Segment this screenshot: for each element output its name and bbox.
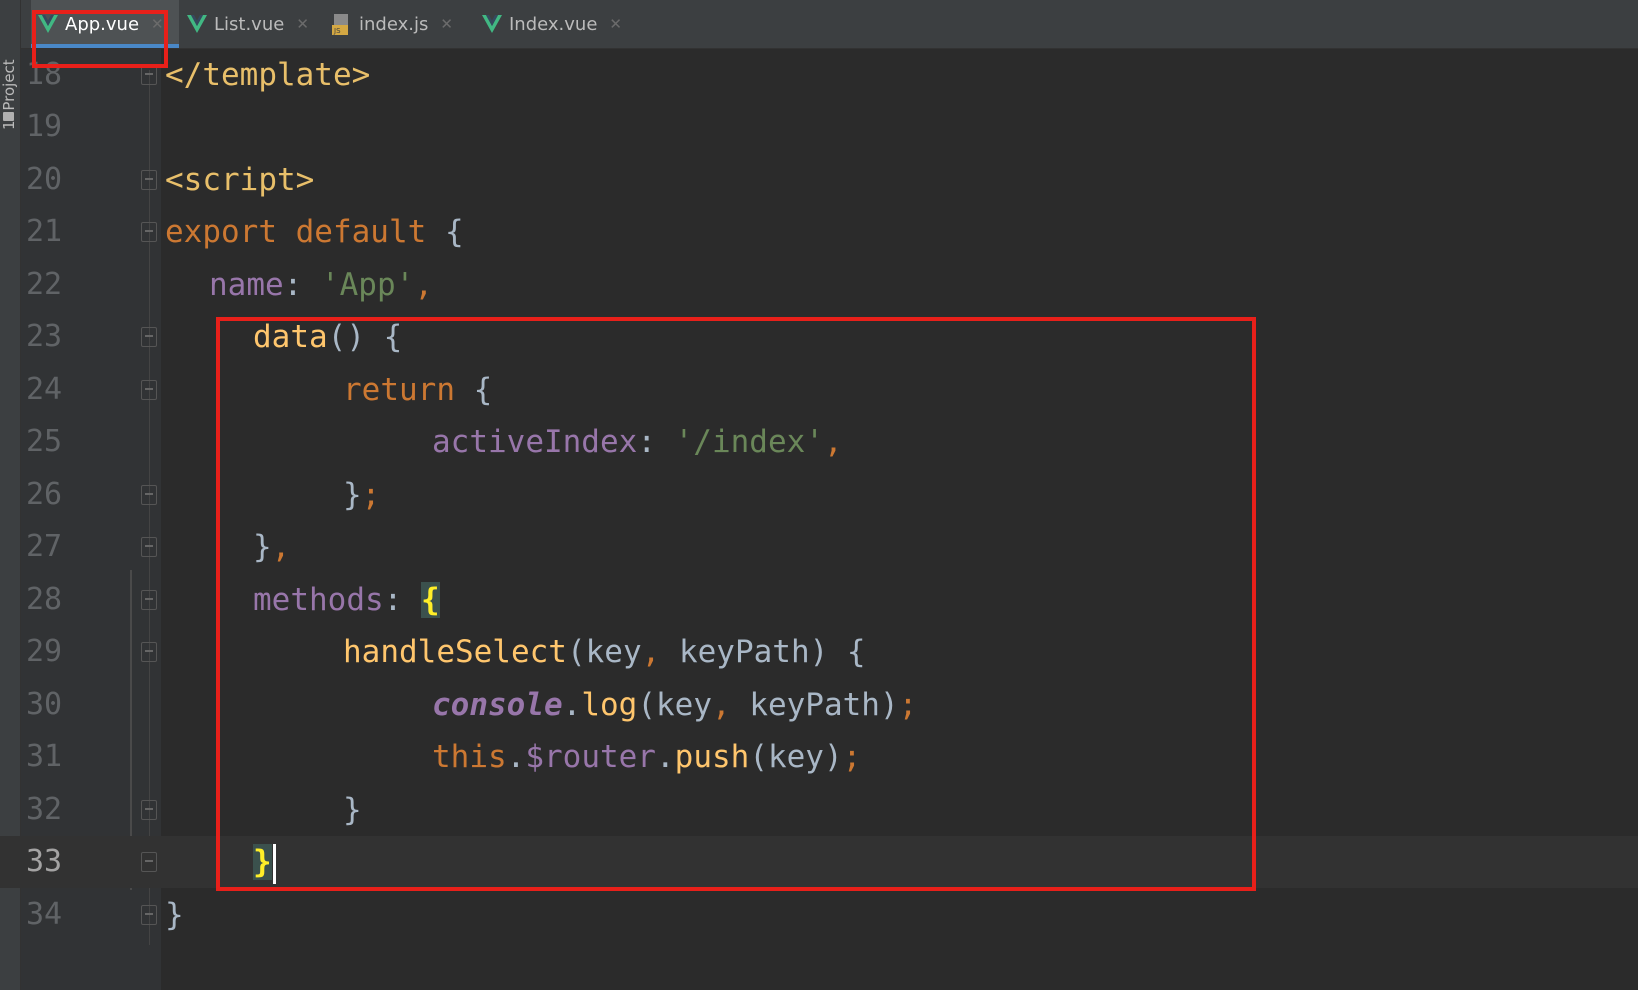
vue-icon	[186, 13, 208, 35]
line-number: 20	[26, 162, 63, 197]
close-icon[interactable]: ✕	[609, 15, 622, 33]
code-token: ,	[414, 267, 433, 303]
code-text: export default {	[165, 206, 464, 258]
code-text: }	[165, 889, 184, 941]
code-line[interactable]: 22 name: 'App',	[0, 259, 1638, 311]
line-number: 31	[26, 739, 63, 774]
line-number: 25	[26, 424, 63, 459]
line-number: 33	[26, 844, 63, 879]
fold-marker-icon[interactable]	[141, 852, 157, 872]
line-number: 22	[26, 267, 63, 302]
js-file-icon: JS	[331, 13, 353, 35]
fold-marker-icon[interactable]	[141, 380, 157, 400]
line-number: 26	[26, 477, 63, 512]
tab-list-vue[interactable]: List.vue ✕	[186, 0, 326, 48]
code-highlight-box	[216, 317, 1256, 891]
line-number: 24	[26, 372, 63, 407]
line-number: 32	[26, 792, 63, 827]
code-text: name: 'App',	[209, 259, 433, 311]
line-number: 34	[26, 897, 63, 932]
code-line[interactable]: 20 <script>	[0, 154, 1638, 206]
code-line[interactable]: 21 export default {	[0, 206, 1638, 258]
close-icon[interactable]: ✕	[296, 15, 309, 33]
tab-index-vue[interactable]: Index.vue ✕	[481, 0, 631, 48]
fold-marker-icon[interactable]	[141, 222, 157, 242]
line-number: 30	[26, 687, 63, 722]
tab-index-js[interactable]: JS index.js ✕	[331, 0, 471, 48]
code-token: :	[283, 267, 321, 303]
fold-marker-icon[interactable]	[141, 590, 157, 610]
code-token: export default	[165, 214, 427, 250]
code-token: <script>	[165, 162, 315, 198]
tab-label: List.vue	[214, 13, 285, 35]
tab-label: Index.vue	[509, 13, 598, 35]
svg-text:JS: JS	[333, 27, 341, 35]
close-icon[interactable]: ✕	[440, 15, 453, 33]
fold-marker-icon[interactable]	[141, 65, 157, 85]
editor-tab-bar: App.vue ✕ List.vue ✕ JS index.js ✕ Index…	[21, 0, 1638, 49]
tab-highlight-box	[32, 10, 168, 68]
line-number: 28	[26, 582, 63, 617]
fold-marker-icon[interactable]	[141, 485, 157, 505]
code-token: {	[426, 214, 464, 250]
code-token: 'App'	[320, 267, 415, 303]
code-line[interactable]: 18 </template>	[0, 49, 1638, 101]
fold-marker-icon[interactable]	[141, 905, 157, 925]
code-token: name	[209, 267, 284, 303]
fold-marker-icon[interactable]	[141, 642, 157, 662]
fold-marker-icon[interactable]	[141, 327, 157, 347]
code-token: </template>	[165, 57, 371, 93]
fold-marker-icon[interactable]	[141, 537, 157, 557]
line-number: 29	[26, 634, 63, 669]
fold-marker-icon[interactable]	[141, 170, 157, 190]
code-line[interactable]: 34 }	[0, 889, 1638, 941]
line-number: 19	[26, 109, 63, 144]
fold-marker-icon[interactable]	[141, 800, 157, 820]
line-number: 23	[26, 319, 63, 354]
code-token: }	[165, 897, 184, 933]
code-text: </template>	[165, 49, 370, 101]
line-number: 21	[26, 214, 63, 249]
vue-icon	[481, 13, 503, 35]
line-number: 27	[26, 529, 63, 564]
code-text: <script>	[165, 154, 314, 206]
tab-label: index.js	[359, 13, 429, 35]
code-line[interactable]: 19	[0, 101, 1638, 153]
